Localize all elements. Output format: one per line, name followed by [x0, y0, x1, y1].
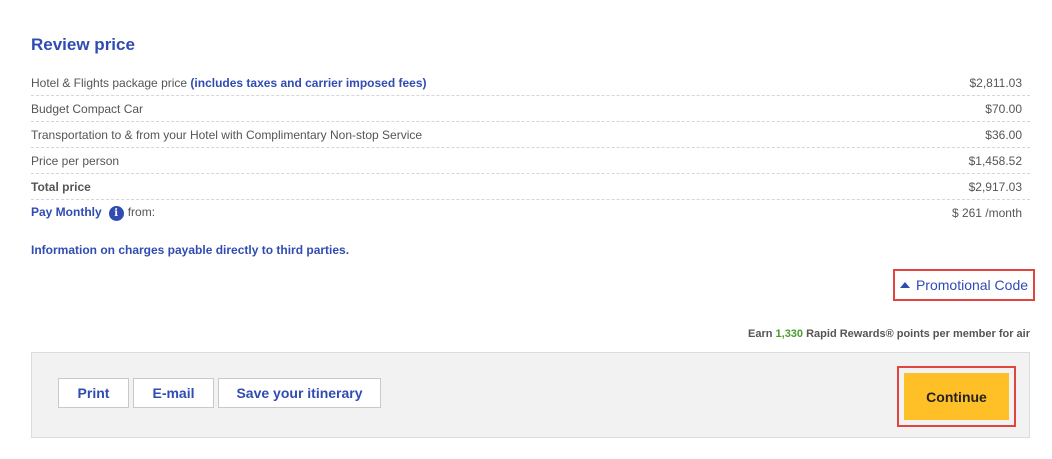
- pay-monthly-label: Pay Monthly i from:: [31, 205, 156, 221]
- page-title: Review price: [31, 35, 135, 54]
- price-row-package: Hotel & Flights package price (includes …: [31, 70, 1030, 96]
- continue-button[interactable]: Continue: [904, 373, 1009, 420]
- pay-monthly-amount: $ 261 /month: [951, 206, 1022, 220]
- price-row-label: Transportation to & from your Hotel with…: [31, 127, 423, 142]
- price-row-pay-monthly: Pay Monthly i from: $ 261 /month: [31, 200, 1030, 226]
- price-row-total: Total price $2,917.03: [31, 174, 1030, 200]
- price-row-label: Price per person: [31, 153, 120, 168]
- total-price-amount: $2,917.03: [968, 179, 1022, 194]
- review-price-panel: Review price Hotel & Flights package pri…: [0, 0, 1052, 459]
- price-row-amount: $2,811.03: [969, 75, 1023, 90]
- promotional-code-label: Promotional Code: [915, 277, 1029, 293]
- info-icon[interactable]: i: [108, 205, 124, 221]
- price-row-amount: $1,458.52: [968, 153, 1022, 168]
- print-button[interactable]: Print: [58, 378, 129, 408]
- price-row-label: Budget Compact Car: [31, 101, 144, 116]
- total-price-label: Total price: [31, 179, 91, 194]
- save-itinerary-button[interactable]: Save your itinerary: [218, 378, 381, 408]
- price-breakdown: Hotel & Flights package price (includes …: [31, 70, 1030, 226]
- taxes-note: (includes taxes and carrier imposed fees…: [190, 75, 427, 90]
- price-row-transport: Transportation to & from your Hotel with…: [31, 122, 1030, 148]
- promotional-code-toggle[interactable]: Promotional Code: [893, 269, 1035, 301]
- price-row-label: Hotel & Flights package price (includes …: [31, 75, 427, 90]
- rapid-rewards-points: 1,330: [775, 328, 804, 340]
- rapid-rewards-earn-note: Earn 1,330 Rapid Rewards® points per mem…: [747, 328, 1030, 340]
- from-text: from:: [127, 205, 156, 220]
- pay-monthly-link[interactable]: Pay Monthly: [31, 205, 102, 219]
- email-button[interactable]: E-mail: [133, 378, 214, 408]
- price-row-car: Budget Compact Car $70.00: [31, 96, 1030, 122]
- price-row-amount: $70.00: [985, 101, 1022, 116]
- action-bar: Print E-mail Save your itinerary Continu…: [31, 352, 1030, 438]
- third-party-charges-link[interactable]: Information on charges payable directly …: [31, 243, 349, 257]
- continue-highlight: Continue: [897, 366, 1016, 427]
- caret-up-icon: [899, 282, 910, 288]
- price-row-amount: $36.00: [985, 127, 1022, 142]
- price-row-per-person: Price per person $1,458.52: [31, 148, 1030, 174]
